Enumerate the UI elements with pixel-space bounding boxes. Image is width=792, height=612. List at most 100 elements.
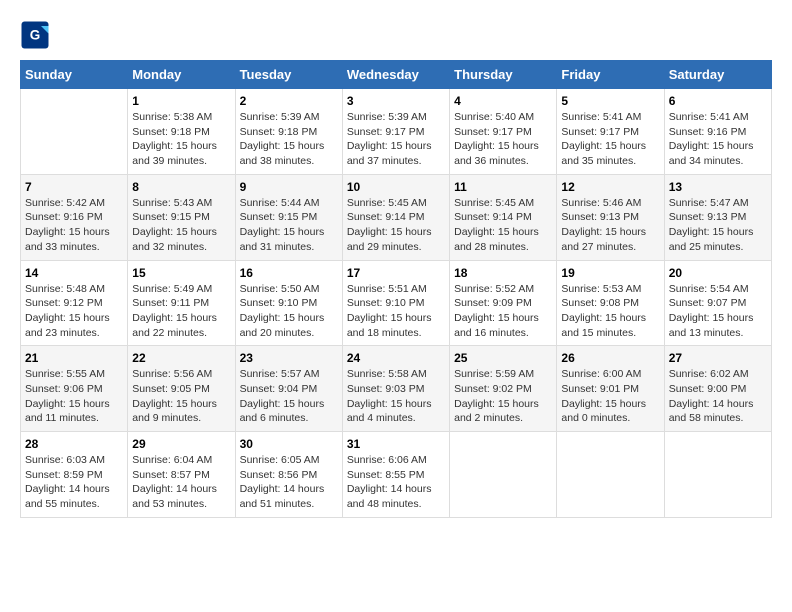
day-info: Sunrise: 5:41 AM Sunset: 9:17 PM Dayligh… <box>561 110 659 169</box>
day-info: Sunrise: 6:02 AM Sunset: 9:00 PM Dayligh… <box>669 367 767 426</box>
weekday-header: Tuesday <box>235 61 342 89</box>
day-info: Sunrise: 6:06 AM Sunset: 8:55 PM Dayligh… <box>347 453 445 512</box>
calendar-cell <box>557 432 664 518</box>
calendar-cell: 21Sunrise: 5:55 AM Sunset: 9:06 PM Dayli… <box>21 346 128 432</box>
day-info: Sunrise: 5:42 AM Sunset: 9:16 PM Dayligh… <box>25 196 123 255</box>
calendar-body: 1 Sunrise: 5:38 AM Sunset: 9:18 PM Daylig… <box>21 89 772 518</box>
day-number: 10 <box>347 180 445 194</box>
logo: G <box>20 20 54 50</box>
calendar-cell: 27 Sunrise: 6:02 AM Sunset: 9:00 PM Dayli… <box>664 346 771 432</box>
calendar-cell: 3Sunrise: 5:39 AM Sunset: 9:17 PM Daylig… <box>342 89 449 175</box>
day-info: Sunrise: 5:45 AM Sunset: 9:14 PM Dayligh… <box>454 196 552 255</box>
calendar-cell: 17Sunrise: 5:51 AM Sunset: 9:10 PM Dayli… <box>342 260 449 346</box>
calendar-cell: 5 Sunrise: 5:41 AM Sunset: 9:17 PM Daylig… <box>557 89 664 175</box>
day-number: 27 <box>669 351 767 365</box>
calendar-cell: 14Sunrise: 5:48 AM Sunset: 9:12 PM Dayli… <box>21 260 128 346</box>
day-number: 18 <box>454 266 552 280</box>
day-info: Sunrise: 5:48 AM Sunset: 9:12 PM Dayligh… <box>25 282 123 341</box>
calendar-header: SundayMondayTuesdayWednesdayThursdayFrid… <box>21 61 772 89</box>
calendar-cell: 8Sunrise: 5:43 AM Sunset: 9:15 PM Daylig… <box>128 174 235 260</box>
calendar-cell: 23 Sunrise: 5:57 AM Sunset: 9:04 PM Dayli… <box>235 346 342 432</box>
day-number: 24 <box>347 351 445 365</box>
day-number: 3 <box>347 94 445 108</box>
day-info: Sunrise: 5:46 AM Sunset: 9:13 PM Dayligh… <box>561 196 659 255</box>
calendar-cell: 13 Sunrise: 5:47 AM Sunset: 9:13 PM Dayli… <box>664 174 771 260</box>
header-row: SundayMondayTuesdayWednesdayThursdayFrid… <box>21 61 772 89</box>
calendar-cell: 6Sunrise: 5:41 AM Sunset: 9:16 PM Daylig… <box>664 89 771 175</box>
calendar-cell: 29 Sunrise: 6:04 AM Sunset: 8:57 PM Dayli… <box>128 432 235 518</box>
calendar-cell: 19Sunrise: 5:53 AM Sunset: 9:08 PM Dayli… <box>557 260 664 346</box>
calendar-cell: 28Sunrise: 6:03 AM Sunset: 8:59 PM Dayli… <box>21 432 128 518</box>
calendar-cell: 12 Sunrise: 5:46 AM Sunset: 9:13 PM Dayli… <box>557 174 664 260</box>
day-number: 5 <box>561 94 659 108</box>
day-number: 15 <box>132 266 230 280</box>
calendar-week-row: 14Sunrise: 5:48 AM Sunset: 9:12 PM Dayli… <box>21 260 772 346</box>
day-number: 28 <box>25 437 123 451</box>
day-info: Sunrise: 5:59 AM Sunset: 9:02 PM Dayligh… <box>454 367 552 426</box>
calendar-week-row: 1 Sunrise: 5:38 AM Sunset: 9:18 PM Daylig… <box>21 89 772 175</box>
day-number: 23 <box>240 351 338 365</box>
calendar-week-row: 7 Sunrise: 5:42 AM Sunset: 9:16 PM Daylig… <box>21 174 772 260</box>
day-number: 2 <box>240 94 338 108</box>
calendar-cell: 10 Sunrise: 5:45 AM Sunset: 9:14 PM Dayli… <box>342 174 449 260</box>
day-info: Sunrise: 5:54 AM Sunset: 9:07 PM Dayligh… <box>669 282 767 341</box>
calendar-cell: 4 Sunrise: 5:40 AM Sunset: 9:17 PM Daylig… <box>450 89 557 175</box>
day-info: Sunrise: 5:57 AM Sunset: 9:04 PM Dayligh… <box>240 367 338 426</box>
day-info: Sunrise: 6:00 AM Sunset: 9:01 PM Dayligh… <box>561 367 659 426</box>
day-info: Sunrise: 5:55 AM Sunset: 9:06 PM Dayligh… <box>25 367 123 426</box>
day-info: Sunrise: 6:05 AM Sunset: 8:56 PM Dayligh… <box>240 453 338 512</box>
day-number: 7 <box>25 180 123 194</box>
day-number: 16 <box>240 266 338 280</box>
svg-text:G: G <box>30 28 41 43</box>
weekday-header: Sunday <box>21 61 128 89</box>
calendar-cell: 15 Sunrise: 5:49 AM Sunset: 9:11 PM Dayli… <box>128 260 235 346</box>
calendar-cell: 11Sunrise: 5:45 AM Sunset: 9:14 PM Dayli… <box>450 174 557 260</box>
day-number: 25 <box>454 351 552 365</box>
weekday-header: Friday <box>557 61 664 89</box>
day-number: 29 <box>132 437 230 451</box>
calendar-cell <box>21 89 128 175</box>
calendar-cell: 2 Sunrise: 5:39 AM Sunset: 9:18 PM Daylig… <box>235 89 342 175</box>
day-number: 1 <box>132 94 230 108</box>
calendar-cell: 9Sunrise: 5:44 AM Sunset: 9:15 PM Daylig… <box>235 174 342 260</box>
calendar-cell <box>450 432 557 518</box>
calendar-cell: 26 Sunrise: 6:00 AM Sunset: 9:01 PM Dayli… <box>557 346 664 432</box>
page-header: G <box>20 20 772 50</box>
day-info: Sunrise: 5:56 AM Sunset: 9:05 PM Dayligh… <box>132 367 230 426</box>
day-number: 26 <box>561 351 659 365</box>
day-info: Sunrise: 6:04 AM Sunset: 8:57 PM Dayligh… <box>132 453 230 512</box>
day-info: Sunrise: 5:39 AM Sunset: 9:18 PM Dayligh… <box>240 110 338 169</box>
calendar-cell: 1 Sunrise: 5:38 AM Sunset: 9:18 PM Daylig… <box>128 89 235 175</box>
weekday-header: Thursday <box>450 61 557 89</box>
day-info: Sunrise: 5:50 AM Sunset: 9:10 PM Dayligh… <box>240 282 338 341</box>
calendar-cell: 20Sunrise: 5:54 AM Sunset: 9:07 PM Dayli… <box>664 260 771 346</box>
day-number: 30 <box>240 437 338 451</box>
day-info: Sunrise: 5:52 AM Sunset: 9:09 PM Dayligh… <box>454 282 552 341</box>
calendar-cell: 7 Sunrise: 5:42 AM Sunset: 9:16 PM Daylig… <box>21 174 128 260</box>
day-number: 22 <box>132 351 230 365</box>
day-info: Sunrise: 5:41 AM Sunset: 9:16 PM Dayligh… <box>669 110 767 169</box>
day-info: Sunrise: 5:51 AM Sunset: 9:10 PM Dayligh… <box>347 282 445 341</box>
calendar-week-row: 21Sunrise: 5:55 AM Sunset: 9:06 PM Dayli… <box>21 346 772 432</box>
calendar-cell: 24 Sunrise: 5:58 AM Sunset: 9:03 PM Dayli… <box>342 346 449 432</box>
day-number: 31 <box>347 437 445 451</box>
day-number: 9 <box>240 180 338 194</box>
day-number: 12 <box>561 180 659 194</box>
calendar-cell: 25 Sunrise: 5:59 AM Sunset: 9:02 PM Dayli… <box>450 346 557 432</box>
weekday-header: Saturday <box>664 61 771 89</box>
day-info: Sunrise: 5:58 AM Sunset: 9:03 PM Dayligh… <box>347 367 445 426</box>
day-info: Sunrise: 5:38 AM Sunset: 9:18 PM Dayligh… <box>132 110 230 169</box>
day-number: 4 <box>454 94 552 108</box>
day-info: Sunrise: 5:45 AM Sunset: 9:14 PM Dayligh… <box>347 196 445 255</box>
day-info: Sunrise: 5:43 AM Sunset: 9:15 PM Dayligh… <box>132 196 230 255</box>
logo-icon: G <box>20 20 50 50</box>
calendar-cell: 16 Sunrise: 5:50 AM Sunset: 9:10 PM Dayli… <box>235 260 342 346</box>
day-info: Sunrise: 5:49 AM Sunset: 9:11 PM Dayligh… <box>132 282 230 341</box>
calendar-cell <box>664 432 771 518</box>
day-info: Sunrise: 5:47 AM Sunset: 9:13 PM Dayligh… <box>669 196 767 255</box>
calendar-cell: 18 Sunrise: 5:52 AM Sunset: 9:09 PM Dayli… <box>450 260 557 346</box>
day-number: 13 <box>669 180 767 194</box>
day-info: Sunrise: 5:40 AM Sunset: 9:17 PM Dayligh… <box>454 110 552 169</box>
calendar-cell: 31 Sunrise: 6:06 AM Sunset: 8:55 PM Dayli… <box>342 432 449 518</box>
day-number: 19 <box>561 266 659 280</box>
